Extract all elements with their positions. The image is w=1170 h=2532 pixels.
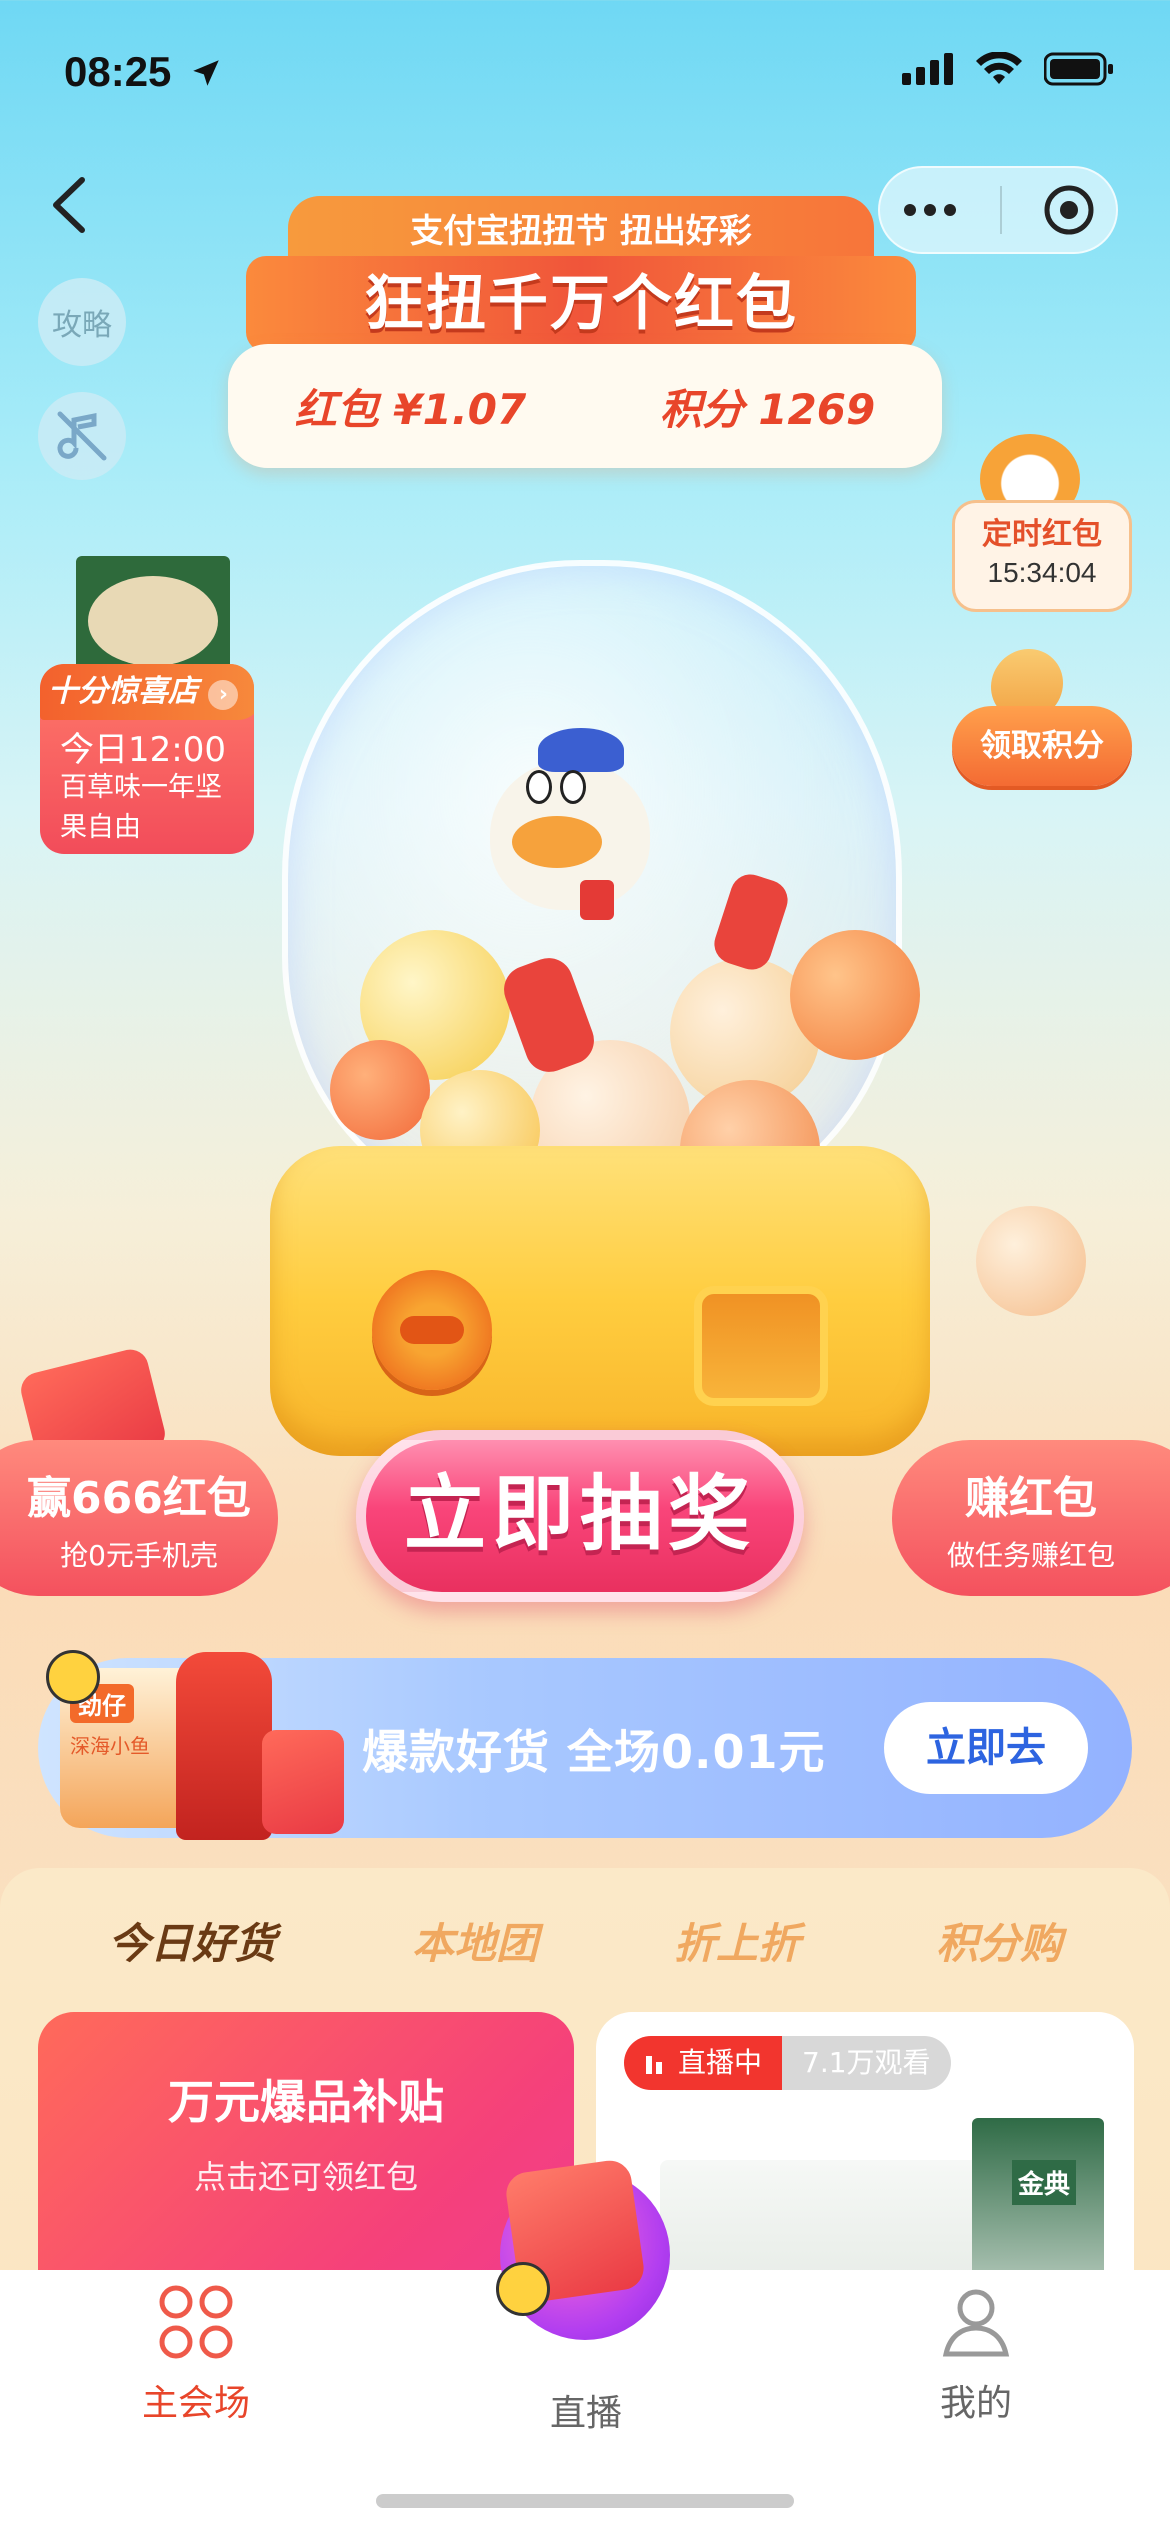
live-viewers: 7.1万观看 <box>782 2036 951 2090</box>
points-balance: 积分 1269 <box>659 384 876 434</box>
tab-points-buy[interactable]: 积分购 <box>936 1910 1062 1971</box>
milk-brand: 金典 <box>1012 2160 1077 2205</box>
status-time: 08:25 <box>64 48 223 96</box>
duck-eye <box>526 770 552 804</box>
win-redpacket-sub: 抢0元手机壳 <box>60 1539 218 1572</box>
tab-mine-label: 我的 <box>939 2383 1012 2424</box>
tab-local-group[interactable]: 本地团 <box>412 1910 538 1971</box>
earn-redpacket-sub: 做任务赚红包 <box>946 1539 1115 1572</box>
subsidy-title: 万元爆品补贴 <box>168 2075 444 2129</box>
chevron-left-icon <box>53 177 85 233</box>
product-sub: 深海小鱼 <box>70 1734 150 1758</box>
win-redpacket-title: 赢666红包 <box>27 1473 251 1524</box>
redpacket-deco-icon <box>262 1730 344 1834</box>
signal-icon <box>902 53 953 85</box>
capsule-divider <box>1000 186 1002 234</box>
tab-today-goods[interactable]: 今日好货 <box>108 1910 276 1971</box>
back-button[interactable] <box>40 170 100 240</box>
live-badge: 直播中 7.1万观看 <box>624 2036 951 2090</box>
user-icon <box>942 2289 1010 2357</box>
tab-main-venue[interactable]: 主会场 <box>66 2270 326 2460</box>
tab-mine[interactable]: 我的 <box>846 2270 1106 2460</box>
goods-tabs: 今日好货 本地团 折上折 积分购 <box>0 1910 1170 1971</box>
drink-bottle-image <box>176 1652 272 1840</box>
surprise-store-desc: 百草味一年坚果自由 <box>60 772 222 843</box>
battery-icon <box>1044 52 1113 86</box>
duck-redpacket-icon <box>580 880 614 920</box>
draw-now-button[interactable]: 立即抽奖 <box>356 1430 804 1602</box>
chevron-right-icon: › <box>208 680 239 710</box>
tab-live-label: 直播 <box>549 2393 622 2434</box>
tab-main-venue-label: 主会场 <box>141 2383 250 2424</box>
miniapp-capsule <box>878 166 1118 254</box>
live-status: 直播中 <box>678 2046 763 2079</box>
gacha-knob-handle <box>400 1316 464 1344</box>
win-redpacket-button[interactable]: 赢666红包 抢0元手机壳 <box>0 1440 278 1596</box>
nut-gift-box-image[interactable] <box>76 556 230 680</box>
floating-capsule <box>976 1206 1086 1316</box>
guide-button[interactable]: 攻略 <box>38 278 126 366</box>
redpacket-balance: 红包 ¥1.07 <box>294 384 527 434</box>
tab-live[interactable]: 直播 <box>456 2270 716 2460</box>
promo-text: 爆款好货 全场0.01元 <box>362 1725 826 1779</box>
earn-redpacket-button[interactable]: 赚红包 做任务赚红包 <box>892 1440 1170 1596</box>
wifi-icon <box>976 52 1022 84</box>
tab-extra-discount[interactable]: 折上折 <box>674 1910 800 1971</box>
duck-eye <box>560 770 586 804</box>
surprise-store-title: 十分惊喜店 › <box>40 664 254 720</box>
timed-redpacket-title: 定时红包 <box>982 517 1102 552</box>
smiley-icon <box>46 1650 100 1704</box>
music-off-icon <box>57 411 107 461</box>
subsidy-sub: 点击还可领红包 <box>193 2158 418 2196</box>
gacha-outlet <box>694 1286 828 1406</box>
home-indicator <box>376 2494 794 2508</box>
timed-redpacket-countdown: 15:34:04 <box>987 557 1097 588</box>
capsule-ball <box>330 1040 430 1140</box>
grid-icon <box>159 2285 233 2359</box>
status-icons <box>902 52 1114 86</box>
earn-redpacket-title: 赚红包 <box>965 1473 1097 1524</box>
promo-go-button[interactable]: 立即去 <box>884 1702 1088 1794</box>
live-bars-icon <box>646 2056 662 2074</box>
banner-title: 狂扭千万个红包 <box>246 256 916 352</box>
surprise-store-card[interactable]: 十分惊喜店 › 今日12:00 百草味一年坚果自由 <box>40 664 254 854</box>
balance-card: 红包 ¥1.07 积分 1269 <box>228 344 942 468</box>
guide-label: 攻略 <box>52 308 112 343</box>
more-icon[interactable] <box>900 200 960 220</box>
claim-points-button[interactable]: 领取积分 <box>952 706 1132 786</box>
duck-beak <box>512 816 602 868</box>
duck-cap <box>538 728 624 772</box>
close-miniapp-icon[interactable] <box>1042 183 1096 237</box>
gacha-machine-base <box>270 1146 930 1456</box>
capsule-ball <box>790 930 920 1060</box>
location-arrow-icon <box>193 60 219 86</box>
music-toggle-button[interactable] <box>38 392 126 480</box>
timed-redpacket-card[interactable]: 定时红包 15:34:04 <box>952 500 1132 612</box>
surprise-store-time: 今日12:00 <box>60 730 226 770</box>
